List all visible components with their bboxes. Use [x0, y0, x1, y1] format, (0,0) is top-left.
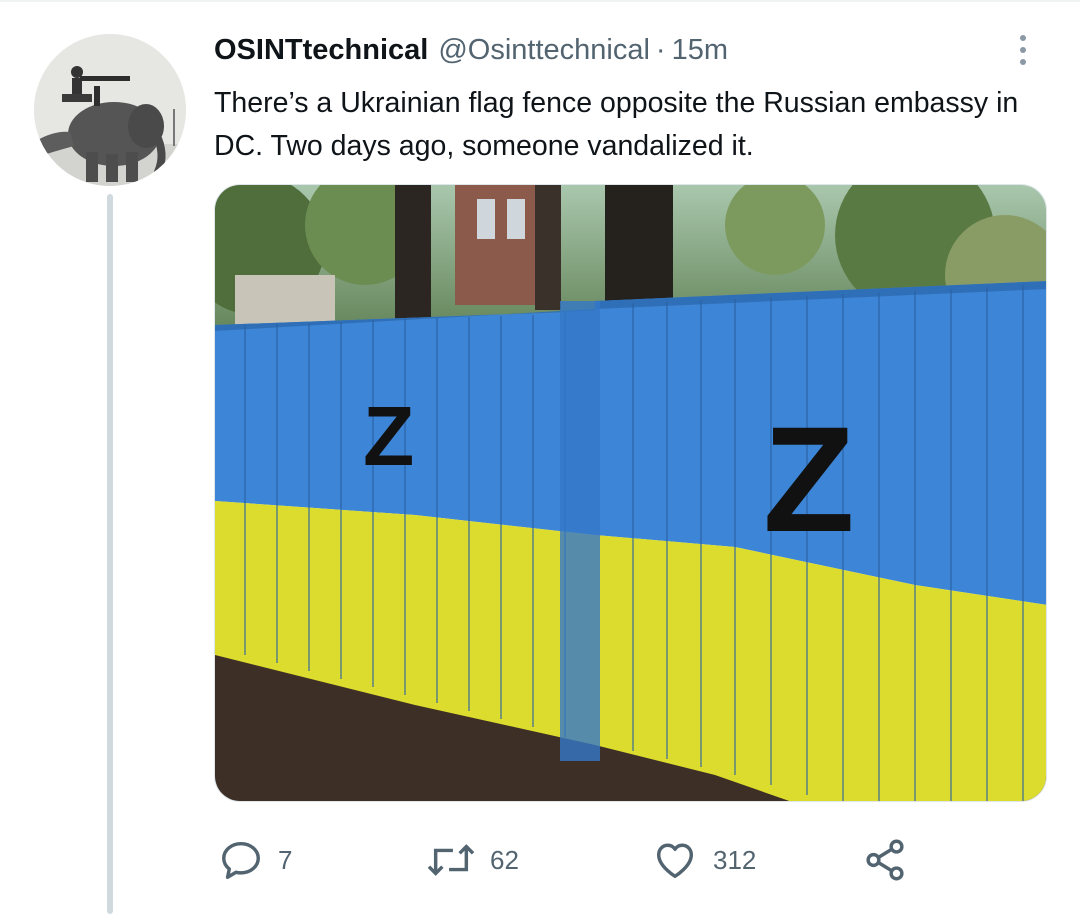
timestamp[interactable]: 15m	[672, 34, 728, 67]
like-icon	[656, 843, 694, 879]
avatar[interactable]	[34, 34, 186, 186]
retweet-icon	[427, 844, 475, 876]
top-divider	[0, 0, 1080, 2]
reply-icon	[222, 841, 260, 879]
graffiti-z-left: Z	[363, 389, 414, 483]
avatar-image	[34, 34, 186, 186]
tweet-photo[interactable]: Z Z	[214, 184, 1047, 802]
tweet-header: OSINTtechnical @Osinttechnical · 15m	[214, 34, 728, 74]
reply-button[interactable]: 7	[218, 830, 292, 890]
tweet-actions: 7 62 312	[214, 830, 1014, 890]
more-options-icon[interactable]	[1005, 30, 1041, 70]
user-handle[interactable]: @Osinttechnical	[438, 34, 650, 67]
graffiti-z-right: Z	[763, 395, 855, 563]
retweet-count: 62	[490, 844, 519, 875]
retweet-button[interactable]: 62	[426, 830, 519, 890]
tweet-text: There’s a Ukrainian flag fence opposite …	[214, 87, 1019, 162]
display-name[interactable]: OSINTtechnical	[214, 34, 428, 67]
like-button[interactable]: 312	[651, 830, 756, 890]
fence-photo: Z Z	[215, 185, 1046, 801]
share-button[interactable]	[861, 830, 909, 890]
like-count: 312	[713, 844, 757, 875]
separator-dot: ·	[655, 34, 666, 66]
reply-count: 7	[278, 844, 293, 875]
thread-line	[107, 194, 113, 914]
share-icon	[866, 839, 904, 881]
